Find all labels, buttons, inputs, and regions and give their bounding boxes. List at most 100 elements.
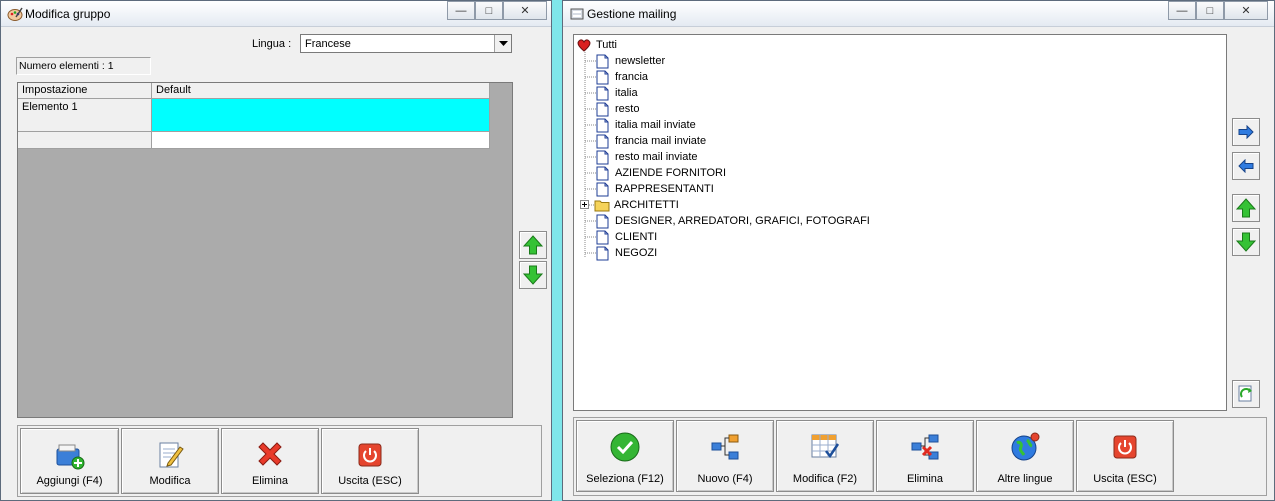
altre-lingue-button[interactable]: Altre lingue <box>976 420 1074 492</box>
arrow-up-icon <box>523 235 543 255</box>
tree-item-italia-mail-inviate[interactable]: italia mail inviate <box>596 117 696 133</box>
settings-grid: Impostazione Default Elemento 1 <box>17 82 513 418</box>
document-icon <box>596 118 609 132</box>
left-button-bar: Aggiungi (F4) Modifica Elimina Uscita (E… <box>17 425 542 497</box>
checkmark-icon <box>610 432 640 462</box>
aggiungi-label: Aggiungi (F4) <box>36 475 103 487</box>
arrow-up-icon <box>1236 198 1256 218</box>
tree-item-label: CLIENTI <box>615 231 658 243</box>
move-up-button[interactable] <box>519 231 547 259</box>
element-count-box: Numero elementi : 1 <box>16 57 151 75</box>
move-down-button[interactable] <box>1232 228 1260 256</box>
tree-item-architetti[interactable]: ARCHITETTI <box>594 197 679 213</box>
element-count-text: Numero elementi : 1 <box>19 60 114 72</box>
modifica-button[interactable]: Modifica <box>121 428 219 494</box>
dropdown-button[interactable] <box>494 35 511 52</box>
modifica-gruppo-window: Modifica gruppo — □ ✕ Lingua : Francese … <box>0 0 552 501</box>
arrow-down-icon <box>1236 232 1256 252</box>
aggiungi-button[interactable]: Aggiungi (F4) <box>20 428 119 494</box>
grid-row-label[interactable]: Elemento 1 <box>18 99 152 132</box>
mailing-app-icon <box>570 8 584 20</box>
uscita-label: Uscita (ESC) <box>338 475 402 487</box>
tree-item-rappresentanti[interactable]: RAPPRESENTANTI <box>596 181 714 197</box>
tree-item-newsletter[interactable]: newsletter <box>596 53 665 69</box>
new-node-icon <box>711 434 739 460</box>
uscita-button[interactable]: Uscita (ESC) <box>321 428 419 494</box>
seleziona-button[interactable]: Seleziona (F12) <box>576 420 674 492</box>
arrow-right-icon <box>1238 125 1254 139</box>
move-down-button[interactable] <box>519 261 547 289</box>
tree-item-label: AZIENDE FORNITORI <box>615 167 727 179</box>
arrow-down-icon <box>523 265 543 285</box>
tree-root-label: Tutti <box>596 39 617 51</box>
tree-item-label: resto <box>615 103 640 115</box>
grid-new-row-label[interactable] <box>18 132 152 149</box>
maximize-button[interactable]: □ <box>475 1 503 20</box>
document-icon <box>596 54 609 68</box>
maximize-button[interactable]: □ <box>1196 1 1224 20</box>
edit-table-icon <box>811 434 840 459</box>
close-button[interactable]: ✕ <box>1224 1 1268 20</box>
lingua-label: Lingua : <box>252 38 292 50</box>
expand-toggle[interactable] <box>580 200 589 209</box>
nuovo-button[interactable]: Nuovo (F4) <box>676 420 774 492</box>
edit-document-icon <box>159 442 184 468</box>
tree-item-label: italia <box>615 87 638 99</box>
gestione-mailing-window: Gestione mailing — □ ✕ Tutti newsletter … <box>562 0 1275 501</box>
uscita-label: Uscita (ESC) <box>1093 473 1157 485</box>
grid-header-default[interactable]: Default <box>152 83 490 99</box>
tree-item-francia[interactable]: francia <box>596 69 648 85</box>
modifica-button[interactable]: Modifica (F2) <box>776 420 874 492</box>
tree-item-label: newsletter <box>615 55 666 67</box>
delete-x-icon <box>258 442 282 466</box>
elimina-label: Elimina <box>906 473 944 485</box>
minimize-button[interactable]: — <box>447 1 475 20</box>
tree-item-resto[interactable]: resto <box>596 101 639 117</box>
move-left-button[interactable] <box>1232 152 1260 180</box>
close-button[interactable]: ✕ <box>503 1 547 20</box>
palette-icon <box>7 7 23 21</box>
power-icon <box>358 443 382 467</box>
add-folder-icon <box>56 444 84 470</box>
title-bar[interactable]: Gestione mailing — □ ✕ <box>563 1 1274 27</box>
refresh-icon <box>1238 385 1252 402</box>
tree-item-italia[interactable]: italia <box>596 85 638 101</box>
uscita-button[interactable]: Uscita (ESC) <box>1076 420 1174 492</box>
elimina-button[interactable]: Elimina <box>876 420 974 492</box>
tree-item-aziende-fornitori[interactable]: AZIENDE FORNITORI <box>596 165 726 181</box>
tree-item-label: ARCHITETTI <box>614 199 679 211</box>
window-title: Modifica gruppo <box>25 7 111 21</box>
tree-item-francia-mail-inviate[interactable]: francia mail inviate <box>596 133 706 149</box>
tree-item-negozi[interactable]: NEGOZI <box>596 245 657 261</box>
move-up-button[interactable] <box>1232 194 1260 222</box>
refresh-button[interactable] <box>1232 380 1260 408</box>
tree-item-resto-mail-inviate[interactable]: resto mail inviate <box>596 149 698 165</box>
mailing-tree[interactable]: Tutti newsletter francia italia resto it… <box>573 34 1227 411</box>
tree-item-clienti[interactable]: CLIENTI <box>596 229 657 245</box>
document-icon <box>596 70 609 84</box>
grid-cell-default-selected[interactable] <box>152 99 490 132</box>
tree-item-label: francia mail inviate <box>615 135 707 147</box>
heart-icon <box>577 38 591 52</box>
document-icon <box>596 182 609 196</box>
grid-new-row-value[interactable] <box>152 132 490 149</box>
globe-icon <box>1011 432 1040 461</box>
tree-item-designer[interactable]: DESIGNER, ARREDATORI, GRAFICI, FOTOGRAFI <box>596 213 870 229</box>
document-icon <box>596 166 609 180</box>
move-right-button[interactable] <box>1232 118 1260 146</box>
lingua-select[interactable]: Francese <box>300 34 512 53</box>
tree-item-label: NEGOZI <box>615 247 658 259</box>
document-icon <box>596 102 609 116</box>
delete-node-icon <box>911 434 939 460</box>
chevron-down-icon <box>498 40 508 46</box>
tree-root[interactable]: Tutti <box>577 37 617 53</box>
plus-icon <box>582 202 587 207</box>
elimina-button[interactable]: Elimina <box>221 428 319 494</box>
document-icon <box>596 150 609 164</box>
grid-header-impostazione[interactable]: Impostazione <box>18 83 152 99</box>
document-icon <box>596 214 609 228</box>
elimina-label: Elimina <box>251 475 289 487</box>
altre-lingue-label: Altre lingue <box>997 473 1053 485</box>
minimize-button[interactable]: — <box>1168 1 1196 20</box>
title-bar[interactable]: Modifica gruppo — □ ✕ <box>1 1 551 27</box>
